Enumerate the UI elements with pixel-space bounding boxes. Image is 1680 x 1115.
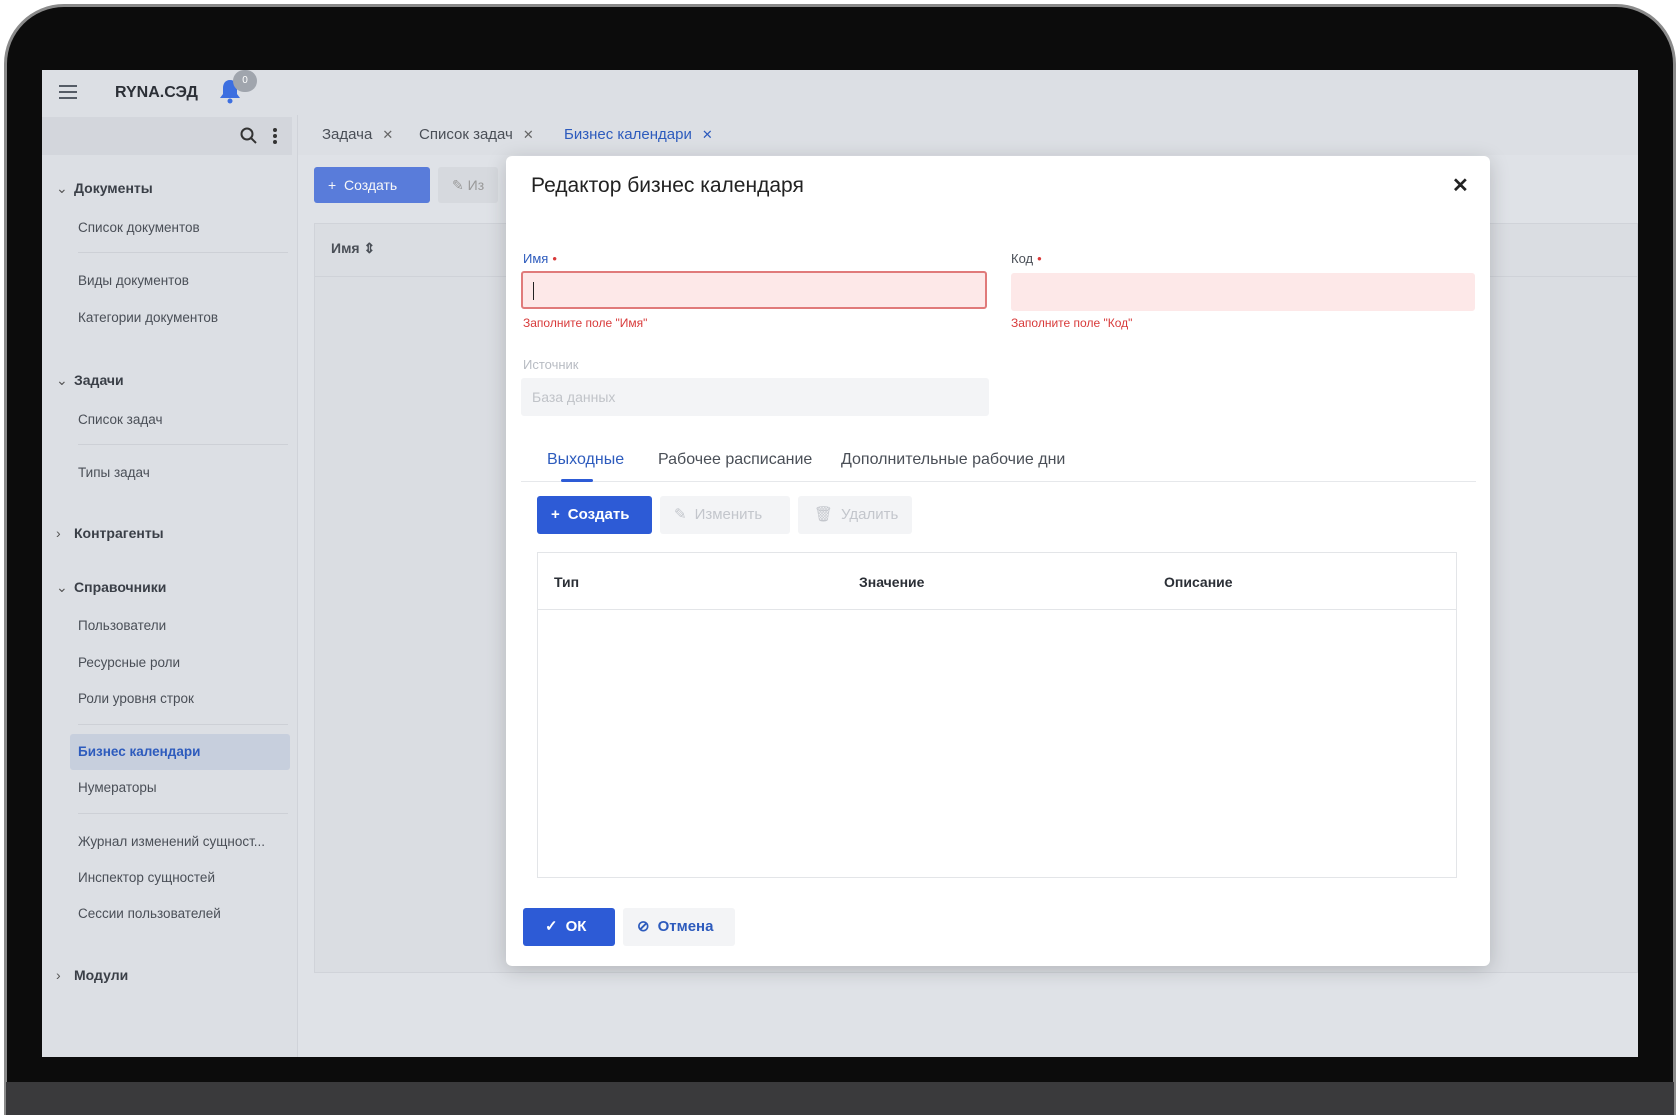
code-label: Код •: [1011, 251, 1042, 266]
sidebar-group-directories[interactable]: ⌄ Справочники: [56, 576, 166, 598]
edit-button[interactable]: ✎ Из: [438, 167, 498, 203]
more-options-icon[interactable]: [272, 127, 278, 145]
chevron-down-icon: ⌄: [56, 372, 68, 388]
close-icon[interactable]: ✕: [702, 127, 713, 142]
sidebar-group-modules[interactable]: › Модули: [56, 964, 128, 986]
code-error: Заполните поле "Код": [1011, 316, 1133, 330]
divider: [78, 444, 288, 445]
name-label: Имя •: [523, 251, 557, 266]
laptop-frame: RYNA.СЭД 0 ⌄Документы Список документов: [0, 0, 1680, 1115]
sidebar: ⌄ Документы Список документов Виды докуме…: [42, 115, 298, 1057]
active-tab-indicator: [561, 479, 593, 482]
ok-button[interactable]: ✓ ОК: [523, 908, 615, 946]
source-field: База данных: [521, 378, 989, 416]
code-input[interactable]: [1011, 273, 1475, 311]
name-input[interactable]: [521, 271, 987, 309]
sidebar-item-users[interactable]: Пользователи: [78, 615, 166, 637]
cancel-icon: ⊘: [637, 918, 650, 936]
plus-icon: +: [551, 506, 560, 524]
sidebar-item-resource-roles[interactable]: Ресурсные роли: [78, 652, 180, 674]
pencil-icon: ✎: [674, 506, 687, 524]
divider: [78, 724, 288, 725]
trash-icon: 🗑: [814, 506, 834, 524]
tab-weekends[interactable]: Выходные: [547, 448, 624, 472]
sidebar-group-documents[interactable]: ⌄ Документы: [56, 177, 153, 199]
check-icon: ✓: [545, 918, 558, 936]
calendar-editor-dialog: Редактор бизнес календаря ✕ Имя • Заполни…: [506, 156, 1490, 966]
sidebar-item-task-types[interactable]: Типы задач: [78, 462, 150, 484]
sidebar-item-numerators[interactable]: Нумераторы: [78, 777, 157, 799]
tab-task-list[interactable]: Список задач ✕: [419, 123, 534, 147]
close-icon[interactable]: ✕: [523, 127, 534, 142]
create-button[interactable]: + Создать: [537, 496, 652, 534]
chevron-down-icon: ⌄: [56, 180, 68, 196]
sidebar-item-document-categories[interactable]: Категории документов: [78, 307, 218, 329]
sidebar-item-entity-log[interactable]: Журнал изменений сущност...: [78, 831, 265, 853]
divider: [78, 252, 288, 253]
search-icon[interactable]: [240, 127, 258, 145]
sidebar-item-entity-inspector[interactable]: Инспектор сущностей: [78, 867, 215, 889]
table-header: Тип Значение Описание: [538, 553, 1456, 610]
app-header: RYNA.СЭД 0: [42, 70, 1638, 115]
menu-icon[interactable]: [59, 85, 77, 99]
app-title: RYNA.СЭД: [115, 84, 198, 101]
sidebar-item-document-list[interactable]: Список документов: [78, 217, 200, 239]
close-icon[interactable]: ✕: [382, 127, 393, 142]
sidebar-group-tasks[interactable]: ⌄ Задачи: [56, 369, 124, 391]
chevron-right-icon: ›: [56, 525, 61, 541]
chevron-down-icon: ⌄: [56, 579, 68, 595]
sidebar-item-user-sessions[interactable]: Сессии пользователей: [78, 903, 221, 925]
close-icon[interactable]: ✕: [1452, 174, 1469, 198]
column-header-description[interactable]: Описание: [1164, 573, 1233, 591]
tab-work-schedule[interactable]: Рабочее расписание: [658, 448, 812, 472]
sidebar-search-bar: [42, 117, 292, 155]
column-header-name[interactable]: Имя ⇕: [331, 240, 375, 257]
sidebar-item-row-level-roles[interactable]: Роли уровня строк: [78, 688, 194, 710]
column-header-value[interactable]: Значение: [859, 573, 924, 591]
edit-button[interactable]: ✎ Изменить: [660, 496, 790, 534]
source-label: Источник: [523, 357, 579, 372]
weekends-table: Тип Значение Описание: [537, 552, 1457, 878]
cancel-button[interactable]: ⊘ Отмена: [623, 908, 735, 946]
column-header-type[interactable]: Тип: [554, 573, 579, 591]
tab-task[interactable]: Задача ✕: [322, 123, 393, 147]
sort-icon[interactable]: ⇕: [363, 240, 375, 256]
laptop-base: [6, 1082, 1674, 1115]
notification-badge: 0: [233, 70, 257, 92]
tab-bar: Задача ✕ Список задач ✕ Бизнес календари ✕: [298, 115, 1638, 155]
dialog-tabs: Выходные Рабочее расписание Дополнительн…: [521, 438, 1476, 482]
sidebar-item-business-calendars[interactable]: Бизнес календари: [70, 734, 290, 770]
name-error: Заполните поле "Имя": [523, 316, 648, 330]
sidebar-item-document-types[interactable]: Виды документов: [78, 270, 189, 292]
tab-extra-workdays[interactable]: Дополнительные рабочие дни: [841, 448, 1065, 472]
app-screen: RYNA.СЭД 0 ⌄Документы Список документов: [42, 70, 1638, 1057]
create-button[interactable]: + Создать: [314, 167, 430, 203]
delete-button[interactable]: 🗑 Удалить: [798, 496, 912, 534]
tab-business-calendars[interactable]: Бизнес календари ✕: [564, 123, 713, 147]
divider: [78, 813, 288, 814]
sidebar-item-task-list[interactable]: Список задач: [78, 409, 163, 431]
sidebar-group-counterparties[interactable]: › Контрагенты: [56, 522, 164, 544]
dialog-title: Редактор бизнес календаря: [531, 174, 804, 197]
chevron-right-icon: ›: [56, 967, 61, 983]
